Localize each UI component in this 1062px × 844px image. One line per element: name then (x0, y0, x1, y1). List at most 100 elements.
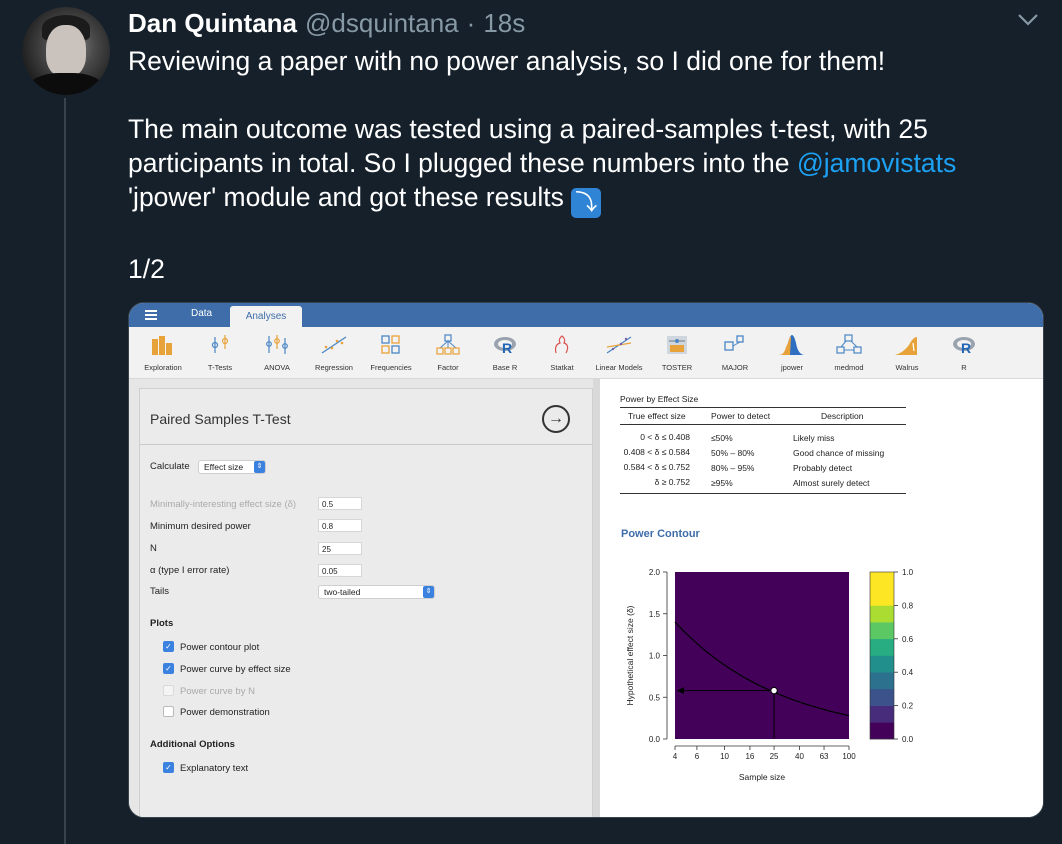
mie-label: Minimally-interesting effect size (δ) (150, 499, 297, 510)
table-cell: ≥95% (711, 478, 733, 488)
plot-area (674, 572, 850, 739)
ribbon-label: T-Tests (207, 363, 233, 372)
ribbon-ttests[interactable]: T-Tests (190, 333, 250, 372)
explanatory-label: Explanatory text (180, 763, 249, 774)
explanatory-checkbox[interactable]: ✓ (163, 762, 174, 773)
y-tick-label: 1.5 (649, 610, 661, 619)
ribbon-label: Exploration (144, 363, 182, 372)
plot-contour-checkbox[interactable]: ✓ (163, 641, 174, 652)
ttests-icon (211, 335, 229, 353)
table-rule-mid (620, 424, 906, 425)
plot-curve-es-checkbox[interactable]: ✓ (163, 663, 174, 674)
ribbon-anova[interactable]: ANOVA (247, 333, 307, 372)
tails-label: Tails (150, 586, 170, 597)
power-contour-plot: 0.0 0.5 1.0 1.5 2.0 4 6 10 16 25 40 63 100 Sample siz… (625, 569, 914, 782)
author-name[interactable]: Dan Quintana (128, 8, 297, 39)
ribbon-label: Frequencies (370, 363, 412, 372)
x-axis-title: Sample size (739, 772, 786, 782)
plot-demo-label: Power demonstration (180, 707, 270, 718)
legend-tick-label: 1.0 (902, 569, 914, 577)
media-image[interactable]: Data Analyses Exploration T-Tests ANOVA … (128, 302, 1044, 818)
thread-count: 1/2 (128, 254, 165, 284)
legend-tick-label: 0.2 (902, 702, 914, 711)
additional-heading: Additional Options (150, 739, 235, 750)
table-cell: 50% – 80% (711, 448, 755, 458)
author-handle[interactable]: @dsquintana (305, 8, 459, 39)
ribbon-statkat[interactable]: Statkat (532, 333, 592, 372)
table-cell: Probably detect (793, 463, 853, 473)
table-header: Description (821, 411, 864, 421)
timestamp[interactable]: 18s (483, 8, 525, 39)
ribbon-medmod[interactable]: medmod (819, 333, 879, 372)
mie-input[interactable]: 0.5 (318, 497, 362, 510)
table-cell: ≤50% (711, 433, 733, 443)
ribbon-frequencies[interactable]: Frequencies (361, 333, 421, 372)
tab-data[interactable]: Data (191, 308, 212, 319)
legend-tick-label: 0.6 (902, 635, 914, 644)
ribbon-factor[interactable]: Factor (418, 333, 478, 372)
ribbon-label: TOSTER (661, 363, 693, 372)
tails-select[interactable]: two-tailed ⇕ (318, 585, 435, 599)
power-input[interactable]: 0.8 (318, 519, 362, 532)
ribbon-label: Factor (437, 363, 459, 372)
major-icon (724, 335, 744, 351)
tab-analyses[interactable]: Analyses (230, 306, 302, 327)
divider (140, 444, 592, 445)
x-tick-label: 10 (720, 752, 729, 761)
legend-swatch (870, 688, 894, 706)
x-tick-label: 4 (673, 752, 678, 761)
calculate-value: Effect size (204, 462, 244, 472)
tails-value: two-tailed (324, 587, 361, 597)
tab-bar: Data Analyses (129, 303, 1043, 327)
ribbon-walrus[interactable]: Walrus (877, 333, 937, 372)
ribbon-toolbar: Exploration T-Tests ANOVA Regression Fre… (129, 327, 1043, 379)
n-input[interactable]: 25 (318, 542, 362, 555)
table-cell: Good chance of missing (793, 448, 885, 458)
x-tick-label: 16 (745, 752, 754, 761)
plot-curve-n-checkbox[interactable] (163, 685, 174, 696)
alpha-input[interactable]: 0.05 (318, 564, 362, 577)
avatar-face (46, 25, 86, 77)
svg-text:R: R (961, 340, 971, 356)
legend-swatch (870, 572, 894, 589)
contour-title: Power Contour (621, 528, 700, 540)
table-cell: 0.584 < δ ≤ 0.752 (623, 462, 690, 472)
ribbon-regression[interactable]: Regression (304, 333, 364, 372)
options-box: Paired Samples T-Test → Calculate Effect… (139, 388, 593, 817)
chevron-down-icon[interactable] (1016, 12, 1040, 28)
ribbon-label: ANOVA (264, 363, 290, 372)
ribbon-r[interactable]: R R (934, 333, 994, 372)
jpower-icon (779, 335, 805, 355)
table-rule-top (620, 407, 906, 408)
table-cell: δ ≥ 0.752 (654, 477, 690, 487)
plot-demo-checkbox[interactable] (163, 706, 174, 717)
separator-dot: · (466, 7, 476, 38)
table-header: True effect size (628, 411, 686, 421)
avatar-shirt (28, 73, 104, 95)
legend-swatch (870, 588, 894, 606)
avatar[interactable] (22, 7, 110, 95)
plot-contour-label: Power contour plot (180, 642, 260, 653)
menu-icon[interactable] (145, 310, 157, 320)
calculate-select[interactable]: Effect size ⇕ (198, 460, 266, 474)
x-tick-label: 40 (795, 752, 804, 761)
calculate-label: Calculate (150, 461, 190, 472)
tweet-line-3-text: participants in total. So I plugged thes… (128, 148, 797, 178)
mention-link[interactable]: @jamovistats (797, 148, 956, 178)
arrow-right-icon[interactable]: → (542, 405, 570, 433)
ribbon-major[interactable]: MAJOR (705, 333, 765, 372)
y-tick-label: 0.0 (649, 735, 661, 744)
ribbon-toster[interactable]: TOSTER (647, 333, 707, 372)
linear-models-icon (606, 336, 632, 354)
regression-icon (321, 336, 347, 354)
ribbon-exploration[interactable]: Exploration (133, 333, 193, 372)
ribbon-label: jpower (780, 363, 804, 372)
ribbon-base-r[interactable]: R Base R (475, 333, 535, 372)
marked-point (770, 686, 778, 695)
r-icon: R (953, 337, 975, 356)
frequencies-icon (381, 335, 400, 354)
ribbon-linear-models[interactable]: Linear Models (589, 333, 649, 372)
ribbon-label: Linear Models (595, 363, 643, 372)
ribbon-jpower[interactable]: jpower (762, 333, 822, 372)
alpha-label: α (type I error rate) (150, 565, 230, 576)
